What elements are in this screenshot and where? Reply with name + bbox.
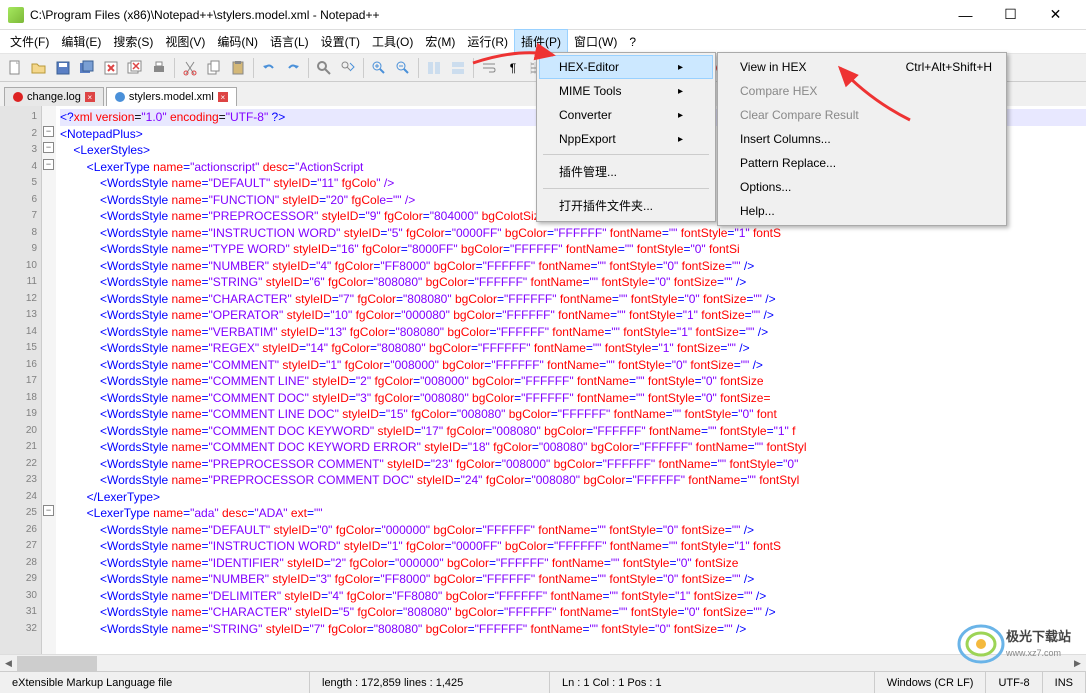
show-chars-icon[interactable]: ¶ [502,57,524,79]
fold-minus-icon[interactable]: − [43,126,54,137]
menu-edit[interactable]: 编辑(E) [55,30,107,53]
tab-stylers[interactable]: stylers.model.xml × [106,87,237,106]
window-title: C:\Program Files (x86)\Notepad++\stylers… [30,8,943,22]
menu-settings[interactable]: 设置(T) [315,30,366,53]
undo-icon[interactable] [258,57,280,79]
zoom-in-icon[interactable] [368,57,390,79]
menu-hex-editor[interactable]: HEX-Editor▸ [539,55,713,79]
status-pos: Ln : 1 Col : 1 Pos : 1 [550,672,875,693]
close-all-icon[interactable] [124,57,146,79]
submenu-arrow-icon: ▸ [678,134,683,145]
fold-minus-icon[interactable]: − [43,142,54,153]
menu-converter[interactable]: Converter▸ [539,103,713,127]
menu-encode[interactable]: 编码(N) [211,30,264,53]
status-lang: eXtensible Markup Language file [0,672,310,693]
submenu-arrow-icon: ▸ [678,110,683,121]
tab-label: change.log [27,91,81,103]
save-all-icon[interactable] [76,57,98,79]
find-icon[interactable] [313,57,335,79]
menu-run[interactable]: 运行(R) [461,30,514,53]
redo-icon[interactable] [282,57,304,79]
close-tab-icon[interactable] [100,57,122,79]
plugins-dropdown: HEX-Editor▸ MIME Tools▸ Converter▸ NppEx… [536,52,716,222]
modified-dot-icon [13,92,23,102]
submenu-arrow-icon: ▸ [678,62,683,73]
line-numbers: 1234567891011121314151617181920212223242… [0,106,42,678]
horizontal-scrollbar[interactable]: ◀ ▶ [0,654,1086,671]
menu-insert-columns[interactable]: Insert Columns... [720,127,1004,151]
menu-open-plugin-folder[interactable]: 打开插件文件夹... [539,192,713,219]
status-eol[interactable]: Windows (CR LF) [875,672,987,693]
menu-view-in-hex[interactable]: View in HEXCtrl+Alt+Shift+H [720,55,1004,79]
status-length: length : 172,859 lines : 1,425 [310,672,550,693]
scroll-thumb[interactable] [17,656,97,671]
menu-pattern-replace[interactable]: Pattern Replace... [720,151,1004,175]
fold-minus-icon[interactable]: − [43,505,54,516]
scroll-track[interactable] [17,655,1069,671]
app-icon [8,7,24,23]
replace-icon[interactable] [337,57,359,79]
tab-changelog[interactable]: change.log × [4,87,104,106]
menu-tools[interactable]: 工具(O) [366,30,419,53]
fold-column[interactable]: − − − − [42,106,56,678]
zoom-out-icon[interactable] [392,57,414,79]
status-enc[interactable]: UTF-8 [986,672,1042,693]
fold-minus-icon[interactable]: − [43,159,54,170]
menu-nppexport[interactable]: NppExport▸ [539,127,713,151]
shortcut-text: Ctrl+Alt+Shift+H [906,60,992,74]
scroll-right-icon[interactable]: ▶ [1069,655,1086,672]
maximize-button[interactable]: ☐ [988,1,1033,29]
menubar: 文件(F) 编辑(E) 搜索(S) 视图(V) 编码(N) 语言(L) 设置(T… [0,30,1086,54]
menu-lang[interactable]: 语言(L) [264,30,315,53]
sync-h-icon[interactable] [447,57,469,79]
new-file-icon[interactable] [4,57,26,79]
titlebar: C:\Program Files (x86)\Notepad++\stylers… [0,0,1086,30]
sync-v-icon[interactable] [423,57,445,79]
menu-mime-tools[interactable]: MIME Tools▸ [539,79,713,103]
statusbar: eXtensible Markup Language file length :… [0,671,1086,693]
tab-label: stylers.model.xml [129,91,214,103]
menu-help[interactable]: ? [623,32,642,52]
status-ins[interactable]: INS [1043,672,1086,693]
copy-icon[interactable] [203,57,225,79]
saved-dot-icon [115,92,125,102]
print-icon[interactable] [148,57,170,79]
cut-icon[interactable] [179,57,201,79]
menu-window[interactable]: 窗口(W) [568,30,623,53]
close-button[interactable]: ✕ [1033,1,1078,29]
menu-plugins[interactable]: 插件(P) [514,29,568,54]
menu-view[interactable]: 视图(V) [159,30,211,53]
wrap-icon[interactable] [478,57,500,79]
hex-submenu: View in HEXCtrl+Alt+Shift+H Compare HEX … [717,52,1007,226]
menu-clear-compare: Clear Compare Result [720,103,1004,127]
menu-file[interactable]: 文件(F) [4,30,55,53]
close-tab-icon[interactable]: × [85,92,95,102]
submenu-arrow-icon: ▸ [678,86,683,97]
save-icon[interactable] [52,57,74,79]
menu-help[interactable]: Help... [720,199,1004,223]
menu-search[interactable]: 搜索(S) [107,30,159,53]
menu-plugin-manager[interactable]: 插件管理... [539,158,713,185]
menu-macro[interactable]: 宏(M) [419,30,461,53]
close-tab-icon[interactable]: × [218,92,228,102]
scroll-left-icon[interactable]: ◀ [0,655,17,672]
minimize-button[interactable]: — [943,1,988,29]
menu-compare-hex: Compare HEX [720,79,1004,103]
menu-options[interactable]: Options... [720,175,1004,199]
paste-icon[interactable] [227,57,249,79]
open-icon[interactable] [28,57,50,79]
